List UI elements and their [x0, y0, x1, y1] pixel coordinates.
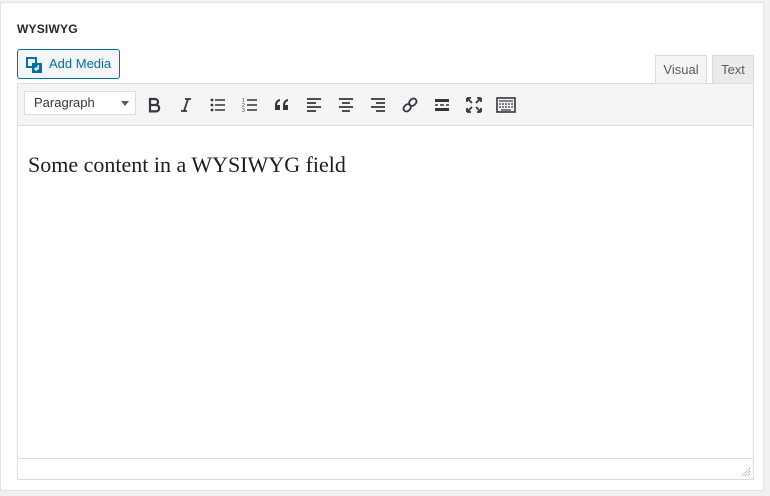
- toolbar-toggle-icon: [496, 97, 516, 113]
- italic-icon: [181, 98, 191, 112]
- align-right-icon: [371, 98, 385, 112]
- align-center-icon: [339, 98, 353, 112]
- field-panel: WYSIWYG Add Media Visual Text Paragraph: [0, 2, 764, 491]
- bullet-list-button[interactable]: [205, 92, 231, 118]
- tab-visual[interactable]: Visual: [655, 55, 707, 85]
- link-icon: [402, 97, 418, 113]
- editor-toolbar: Paragraph 1 2 3: [18, 84, 753, 126]
- resize-handle-icon[interactable]: [739, 465, 751, 477]
- editor-statusbar: [18, 458, 753, 479]
- align-left-icon: [307, 98, 321, 112]
- align-left-button[interactable]: [301, 92, 327, 118]
- media-icon: [26, 56, 43, 73]
- bold-button[interactable]: [141, 92, 167, 118]
- tab-text[interactable]: Text: [712, 55, 754, 84]
- svg-text:3: 3: [242, 108, 245, 112]
- insert-link-button[interactable]: [397, 92, 423, 118]
- wysiwyg-editor: Paragraph 1 2 3 Some content in a WYSIWY…: [17, 83, 754, 480]
- toolbar-toggle-button[interactable]: [493, 92, 519, 118]
- align-center-button[interactable]: [333, 92, 359, 118]
- numbered-list-button[interactable]: 1 2 3: [237, 92, 263, 118]
- fullscreen-icon: [466, 97, 482, 113]
- blockquote-button[interactable]: [269, 92, 295, 118]
- read-more-icon: [435, 99, 449, 111]
- format-select[interactable]: Paragraph: [24, 91, 136, 115]
- chevron-down-icon: [121, 101, 129, 106]
- blockquote-icon: [275, 99, 288, 110]
- bullet-list-icon: [210, 98, 225, 112]
- add-media-label: Add Media: [49, 56, 112, 71]
- read-more-button[interactable]: [429, 92, 455, 118]
- add-media-button[interactable]: Add Media: [17, 49, 120, 79]
- field-label: WYSIWYG: [17, 22, 78, 36]
- align-right-button[interactable]: [365, 92, 391, 118]
- numbered-list-icon: 1 2 3: [242, 98, 257, 112]
- bold-icon: [148, 97, 161, 113]
- fullscreen-button[interactable]: [461, 92, 487, 118]
- italic-button[interactable]: [173, 92, 199, 118]
- editor-content[interactable]: Some content in a WYSIWYG field: [28, 152, 346, 178]
- format-select-value: Paragraph: [34, 95, 95, 110]
